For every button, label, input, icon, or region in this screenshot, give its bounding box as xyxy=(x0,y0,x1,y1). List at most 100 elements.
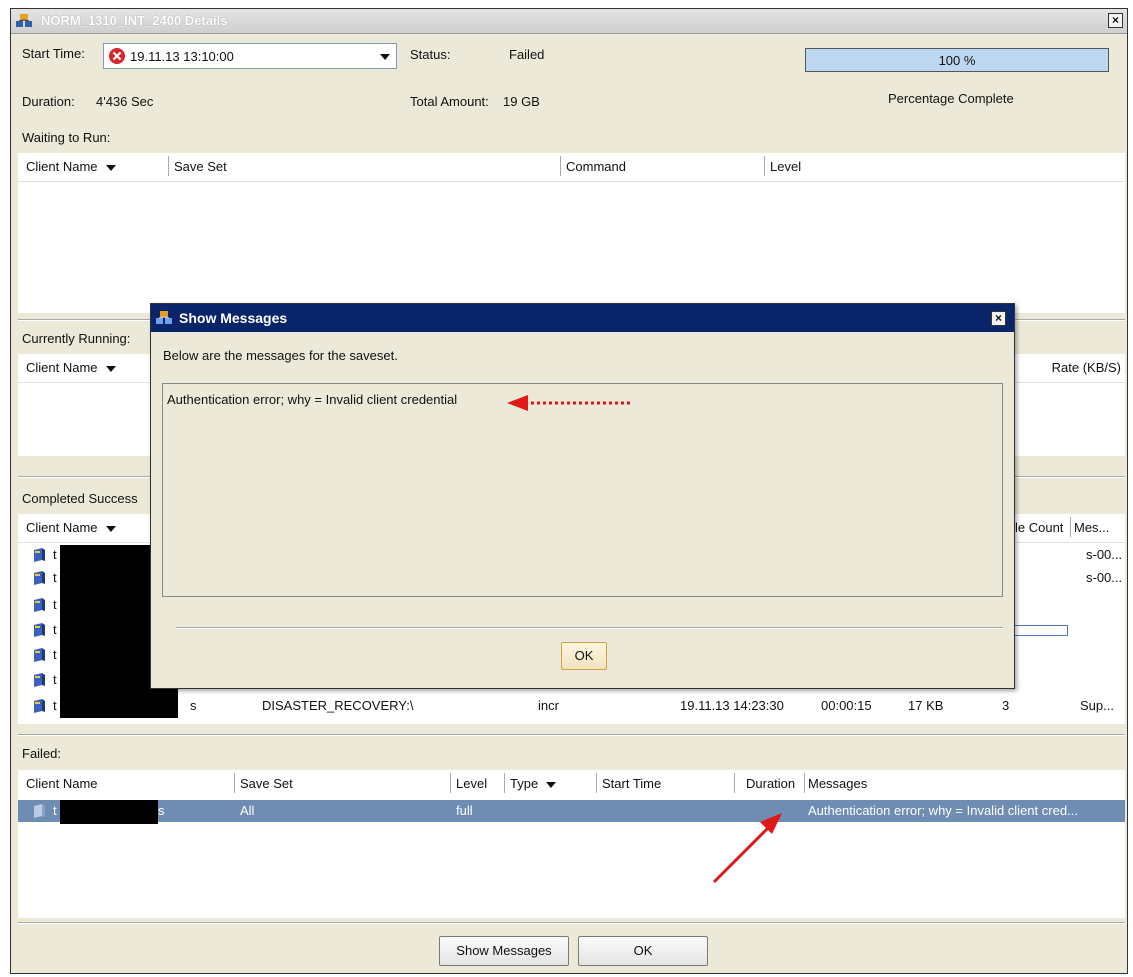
divider xyxy=(176,627,1003,629)
client-icon xyxy=(34,571,45,585)
failed-table: Client Name Save Set Level Type Start Ti… xyxy=(18,770,1125,918)
column-divider[interactable] xyxy=(560,156,561,176)
client-name-cell: t xyxy=(53,597,57,612)
redaction-box xyxy=(60,688,178,718)
dialog-intro: Below are the messages for the saveset. xyxy=(163,348,398,363)
column-divider[interactable] xyxy=(804,773,805,793)
message-cell: s-00... xyxy=(1086,570,1123,585)
percentage-complete-label: Percentage Complete xyxy=(888,91,1014,106)
column-divider[interactable] xyxy=(734,773,735,793)
col-client-name[interactable]: Client Name xyxy=(26,159,116,174)
client-name-cell: t xyxy=(53,803,57,818)
client-icon xyxy=(34,673,45,687)
window-close-button[interactable]: × xyxy=(1108,13,1123,28)
show-messages-button[interactable]: Show Messages xyxy=(439,936,569,966)
column-divider[interactable] xyxy=(450,773,451,793)
file-count-cell: 3 xyxy=(1002,698,1010,713)
col-save-set[interactable]: Save Set xyxy=(174,159,227,174)
column-divider[interactable] xyxy=(504,773,505,793)
col-client-name-label: Client Name xyxy=(26,360,98,375)
save-set-cell: DISASTER_RECOVERY:\ xyxy=(262,698,414,713)
window-titlebar: NORM_1310_INT_2400 Details × xyxy=(11,9,1127,34)
client-name-cell: t xyxy=(53,647,57,662)
client-icon xyxy=(34,548,45,562)
dialog-title: Show Messages xyxy=(179,310,288,326)
col-messages[interactable]: Mes... xyxy=(1074,520,1109,535)
window-title: NORM_1310_INT_2400 Details xyxy=(41,13,228,28)
message-area[interactable]: Authentication error; why = Invalid clie… xyxy=(162,383,1003,597)
col-type[interactable]: Type xyxy=(510,776,557,791)
start-time-dropdown[interactable]: 19.11.13 13:10:00 xyxy=(103,43,397,69)
table-row-selected[interactable]: t s All full Authentication error; why =… xyxy=(18,800,1125,822)
sort-desc-icon xyxy=(105,164,116,171)
col-client-name-label: Client Name xyxy=(26,159,98,174)
waiting-table: Client Name Save Set Command Level xyxy=(18,153,1125,313)
client-icon xyxy=(34,623,45,637)
column-divider[interactable] xyxy=(1070,517,1071,537)
col-messages[interactable]: Messages xyxy=(808,776,867,791)
client-icon xyxy=(34,804,45,818)
col-file-count[interactable]: le Count xyxy=(1015,520,1063,535)
sort-desc-icon xyxy=(105,365,116,372)
table-row[interactable]: t s DISASTER_RECOVERY:\ incr 19.11.13 14… xyxy=(18,695,1125,717)
col-client-name-label: Client Name xyxy=(26,520,98,535)
col-client-name[interactable]: Client Name xyxy=(26,520,116,535)
start-time-label: Start Time: xyxy=(22,46,85,61)
size-cell: 17 KB xyxy=(908,698,944,713)
app-icon xyxy=(16,14,32,27)
column-divider[interactable] xyxy=(234,773,235,793)
client-name-cell: t xyxy=(53,698,57,713)
total-amount-value: 19 GB xyxy=(503,94,540,109)
row-progress-bar xyxy=(1014,625,1068,636)
duration-value: 4'436 Sec xyxy=(96,94,154,109)
message-cell: Sup... xyxy=(1080,698,1114,713)
duration-label: Duration: xyxy=(22,94,75,109)
status-label: Status: xyxy=(410,47,451,62)
message-text: Authentication error; why = Invalid clie… xyxy=(167,392,458,407)
col-client-name[interactable]: Client Name xyxy=(26,776,98,791)
show-messages-dialog: Show Messages × Below are the messages f… xyxy=(150,303,1015,689)
progress-text: 100 % xyxy=(938,53,976,68)
col-save-set[interactable]: Save Set xyxy=(240,776,293,791)
col-level[interactable]: Level xyxy=(456,776,487,791)
client-name-cell: t xyxy=(53,547,57,562)
dialog-ok-button[interactable]: OK xyxy=(561,642,607,670)
waiting-table-header: Client Name Save Set Command Level xyxy=(18,153,1125,182)
client-icon xyxy=(34,598,45,612)
progress-bar: 100 % xyxy=(805,48,1109,72)
col-level[interactable]: Level xyxy=(770,159,801,174)
ok-button[interactable]: OK xyxy=(578,936,708,966)
message-cell: Authentication error; why = Invalid clie… xyxy=(808,803,1078,818)
col-client-name[interactable]: Client Name xyxy=(26,360,116,375)
running-title: Currently Running: xyxy=(22,331,131,346)
column-divider[interactable] xyxy=(596,773,597,793)
col-type-label: Type xyxy=(510,776,539,791)
client-name-trailing: s xyxy=(158,803,165,818)
completed-title: Completed Success xyxy=(22,491,138,506)
start-time-value: 19.11.13 13:10:00 xyxy=(130,49,234,64)
col-rate[interactable]: Rate (KB/S) xyxy=(1052,360,1121,375)
message-cell: s-00... xyxy=(1086,547,1123,562)
dialog-titlebar: Show Messages × xyxy=(151,304,1014,332)
sort-desc-icon xyxy=(546,781,557,788)
chevron-down-icon xyxy=(380,54,390,60)
close-icon: × xyxy=(1111,13,1119,27)
redaction-box xyxy=(60,545,150,695)
total-amount-label: Total Amount: xyxy=(410,94,489,109)
sort-desc-icon xyxy=(105,525,116,532)
client-name-cell: t xyxy=(53,570,57,585)
status-value: Failed xyxy=(509,47,545,62)
level-cell: incr xyxy=(538,698,559,713)
waiting-title: Waiting to Run: xyxy=(22,130,111,145)
client-name-cell: t xyxy=(53,622,57,637)
save-set-cell: All xyxy=(240,803,255,818)
col-duration[interactable]: Duration xyxy=(746,776,795,791)
column-divider[interactable] xyxy=(764,156,765,176)
col-start-time[interactable]: Start Time xyxy=(602,776,661,791)
dialog-close-button[interactable]: × xyxy=(991,311,1006,326)
start-time-cell: 19.11.13 14:23:30 xyxy=(680,698,784,713)
close-icon: × xyxy=(994,311,1002,325)
column-divider[interactable] xyxy=(168,156,169,176)
error-icon xyxy=(109,48,125,64)
col-command[interactable]: Command xyxy=(566,159,626,174)
